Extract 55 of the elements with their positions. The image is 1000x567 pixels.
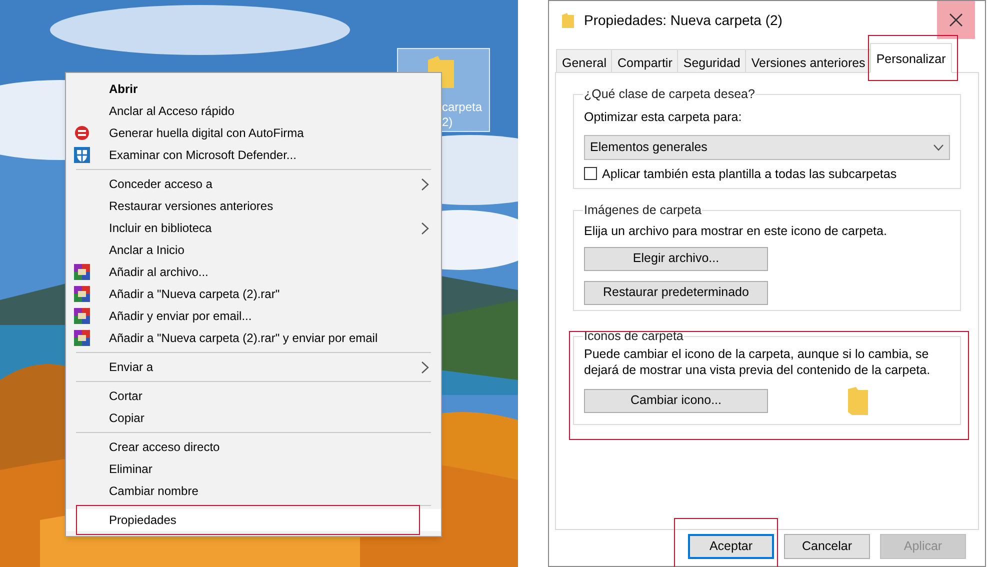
menu-item[interactable]: Anclar al Acceso rápido — [66, 100, 441, 122]
menu-item[interactable]: Añadir a "Nueva carpeta (2).rar" y enviar por email — [66, 327, 441, 349]
field-label: Optimizar esta carpeta para: — [584, 108, 743, 126]
archive-icon — [74, 330, 90, 346]
tab[interactable]: Compartir — [611, 49, 678, 73]
dropdown[interactable]: Elementos generales — [584, 134, 950, 160]
tab[interactable]: Versiones anteriores — [745, 49, 872, 73]
icon-label: carpeta — [442, 100, 482, 115]
tab[interactable]: General — [556, 49, 612, 73]
menu-item[interactable]: Examinar con Microsoft Defender... — [66, 144, 441, 166]
dialog-button[interactable]: Aceptar — [688, 534, 774, 559]
menu-item[interactable]: Crear acceso directo — [66, 436, 441, 458]
archive-icon — [74, 308, 90, 324]
description-text: Puede cambiar el icono de la carpeta, aunque si lo cambia, se dejará de mostrar una vista previa del contenido de la carpeta. — [584, 346, 932, 378]
group-label: ¿Qué clase de carpeta desea? — [583, 86, 756, 103]
signature-icon — [74, 125, 90, 141]
folder-icon — [848, 386, 868, 415]
archive-icon — [74, 286, 90, 302]
close-icon — [949, 13, 963, 27]
menu-item[interactable]: Copiar — [66, 407, 441, 429]
menu-item[interactable]: Incluir en biblioteca — [66, 217, 441, 239]
push-button[interactable]: Cambiar icono... — [584, 388, 768, 413]
chevron-down-icon — [933, 144, 944, 150]
chevron-right-icon — [421, 360, 429, 374]
tab[interactable]: Personalizar — [870, 43, 952, 73]
menu-item[interactable]: Añadir a "Nueva carpeta (2).rar" — [66, 283, 441, 305]
window-title: Propiedades: Nueva carpeta (2) — [584, 10, 782, 30]
menu-item[interactable]: Cortar — [66, 385, 441, 407]
menu-item[interactable]: Generar huella digital con AutoFirma — [66, 122, 441, 144]
archive-icon — [74, 264, 90, 280]
icon-label: 2) — [442, 115, 454, 130]
push-button[interactable]: Restaurar predeterminado — [584, 280, 768, 304]
menu-item[interactable]: Eliminar — [66, 458, 441, 480]
group-label: Iconos de carpeta — [583, 328, 684, 345]
push-button[interactable]: Elegir archivo... — [584, 246, 768, 270]
dialog-button[interactable]: Cancelar — [784, 534, 870, 559]
close-button[interactable] — [937, 1, 975, 39]
menu-item[interactable]: Abrir — [66, 78, 441, 100]
chevron-right-icon — [421, 222, 429, 234]
checkbox[interactable] — [584, 167, 597, 180]
menu-item[interactable]: Propiedades — [66, 509, 441, 531]
tab[interactable]: Seguridad — [677, 49, 746, 73]
menu-item[interactable]: Restaurar versiones anteriores — [66, 195, 441, 217]
menu-item[interactable]: Cambiar nombre — [66, 480, 441, 502]
menu-item[interactable]: Conceder acceso a — [66, 173, 441, 195]
checkbox-label: Aplicar también esta plantilla a todas las subcarpetas — [602, 166, 897, 183]
menu-item[interactable]: Añadir y enviar por email... — [66, 305, 441, 327]
menu-item[interactable]: Añadir al archivo... — [66, 261, 441, 283]
folder-icon — [562, 12, 574, 28]
shield-icon — [74, 147, 90, 163]
group-label: Imágenes de carpeta — [583, 202, 702, 219]
chevron-right-icon — [421, 178, 429, 190]
menu-item[interactable]: Anclar a Inicio — [66, 239, 441, 261]
description-text: Elija un archivo para mostrar en este icono de carpeta. — [584, 222, 888, 240]
menu-item[interactable]: Enviar a — [66, 356, 441, 378]
